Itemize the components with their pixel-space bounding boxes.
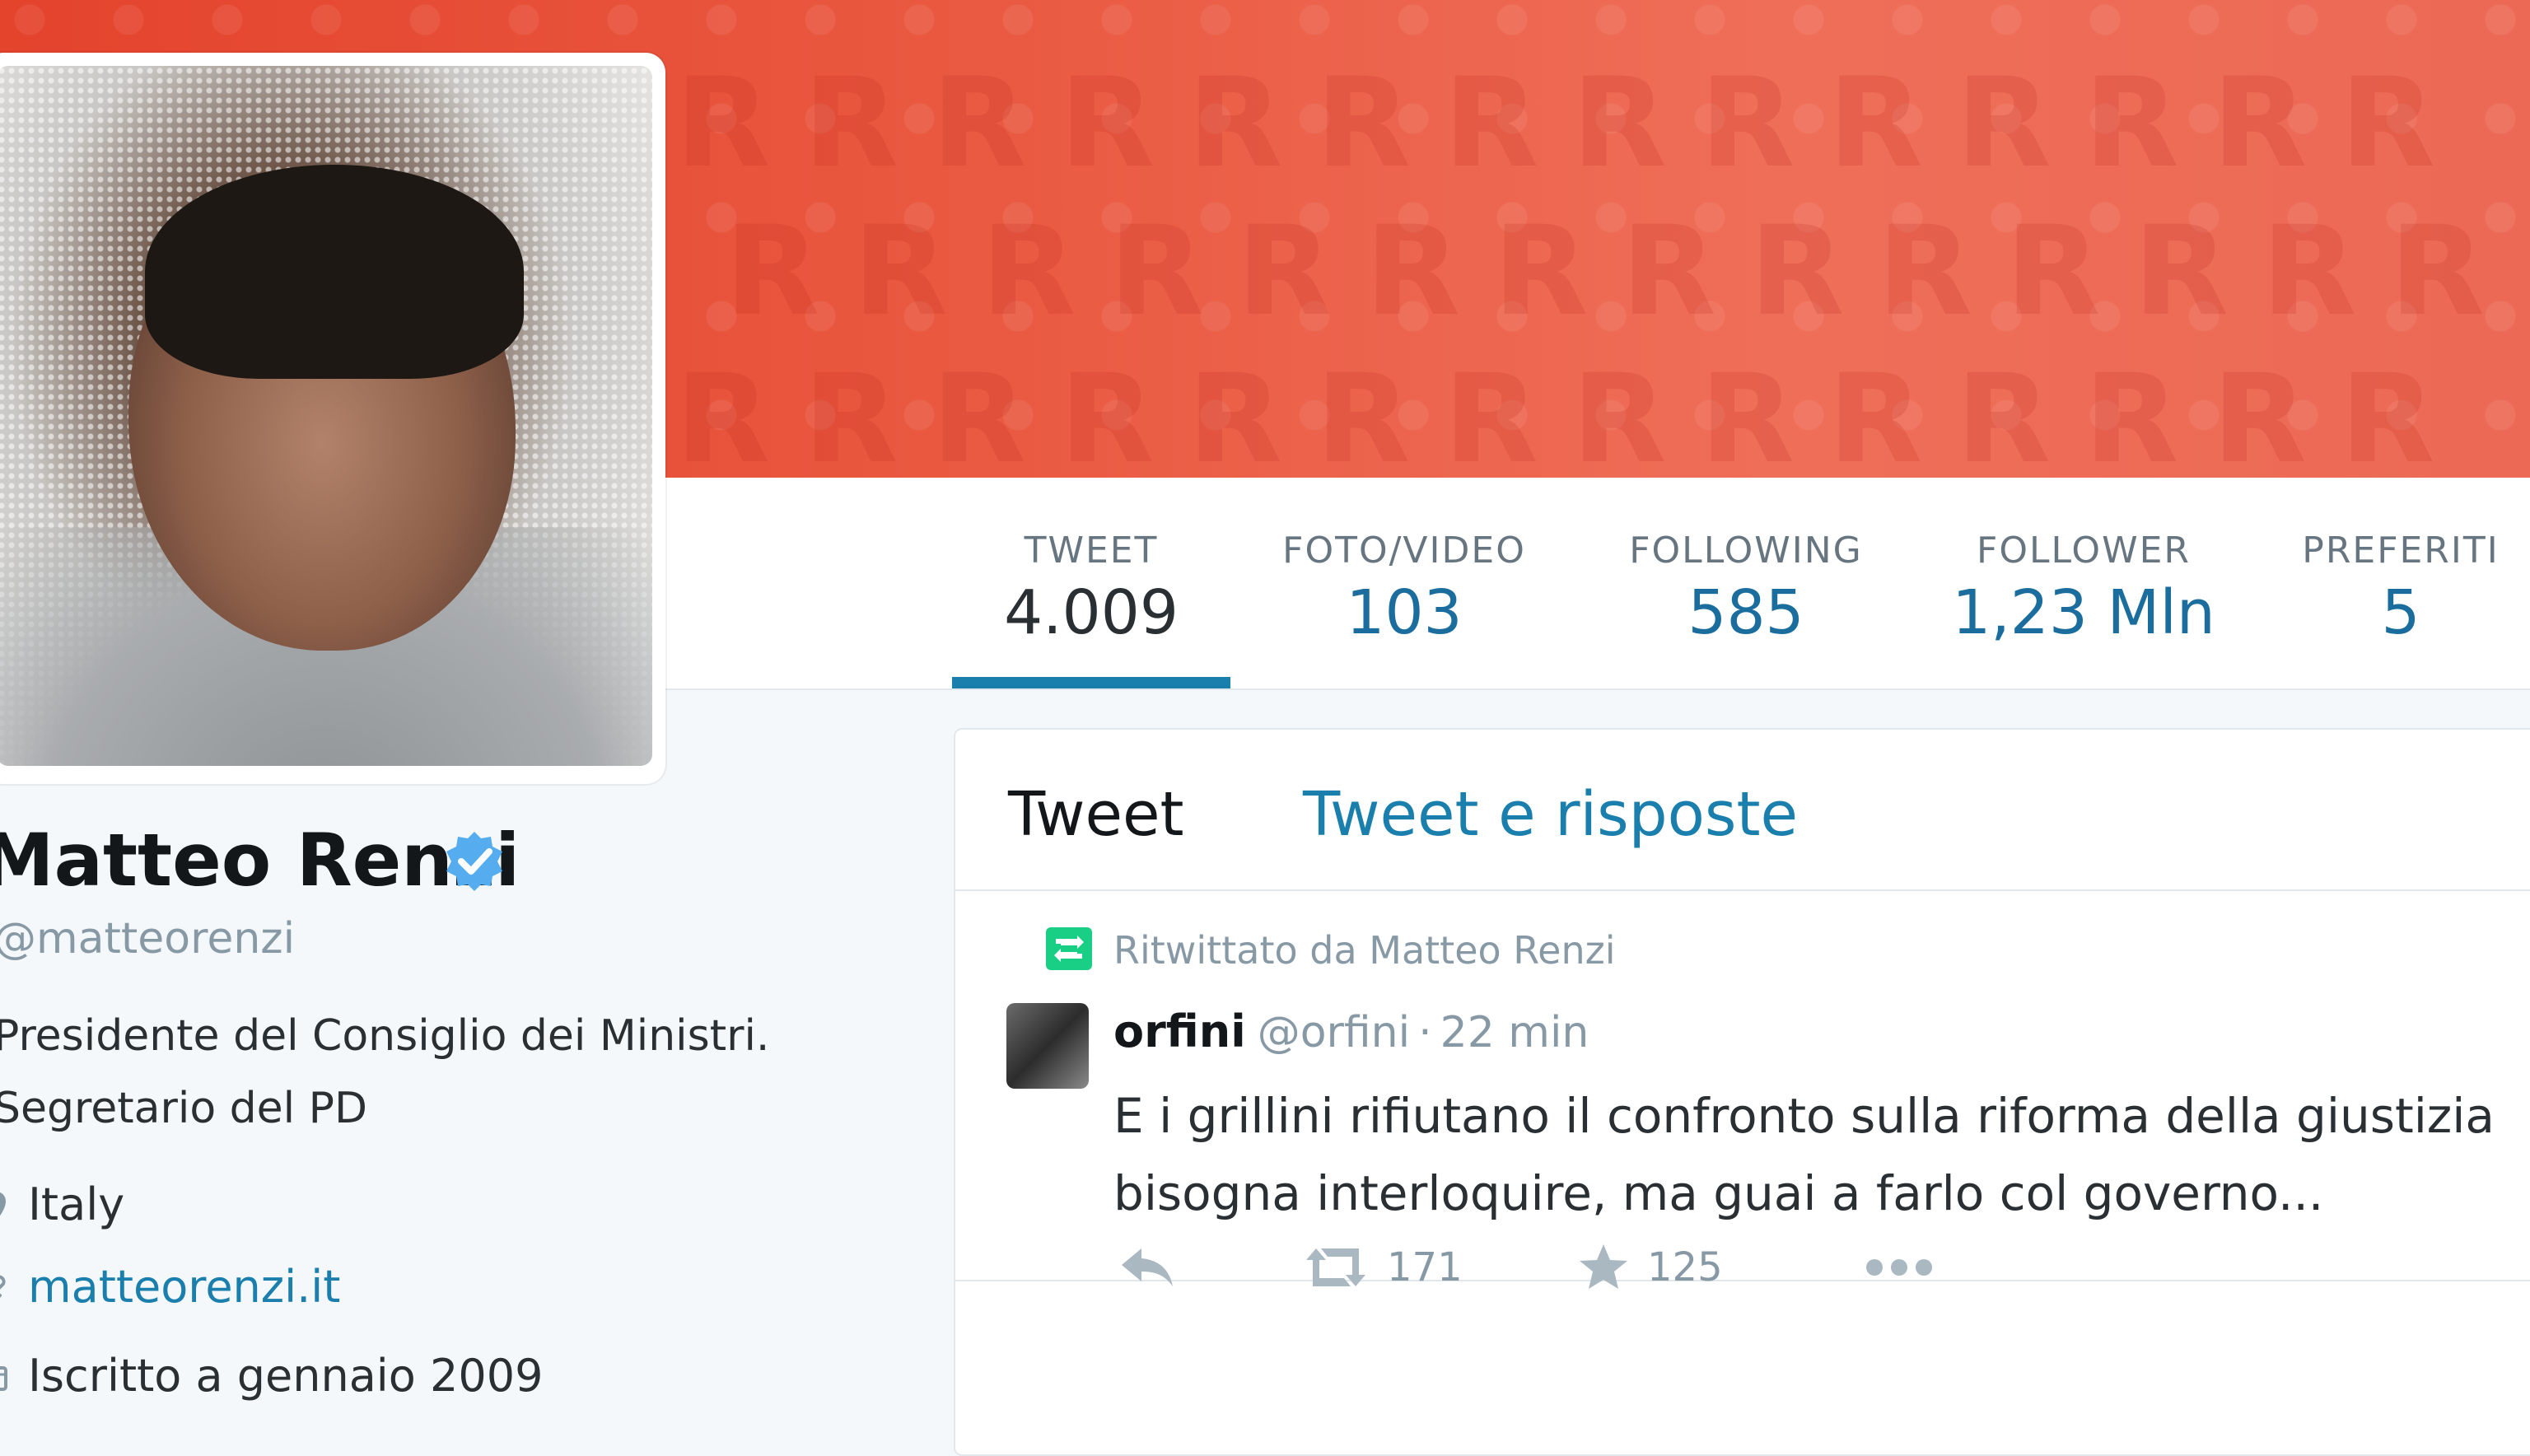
active-stat-indicator — [952, 677, 1230, 688]
tweet-author-avatar[interactable] — [1006, 1003, 1089, 1089]
retweet-context: Ritwittato da Matteo Renzi — [1044, 926, 1616, 973]
avatar-hair — [145, 165, 524, 379]
verified-badge-icon — [446, 832, 502, 891]
profile-bio: Presidente del Consiglio dei Ministri. S… — [0, 1000, 899, 1145]
tweet-author-name[interactable]: orfini — [1113, 1006, 1246, 1057]
reply-button[interactable] — [1118, 1239, 1176, 1296]
star-icon — [1580, 1244, 1627, 1289]
calendar-icon — [0, 1366, 7, 1391]
bio-line: Presidente del Consiglio dei Ministri. — [0, 1011, 770, 1061]
tweet-text-line: E i grillini rifiutano il confronto sull… — [1113, 1088, 2495, 1144]
profile-website[interactable]: matteorenzi.it — [0, 1258, 340, 1316]
timeline-tabs: Tweet Tweet e risposte — [955, 730, 2530, 891]
more-actions-button[interactable] — [1865, 1239, 1934, 1296]
tweet-header: orfini @orfini · 22 min — [1113, 1003, 1589, 1071]
favorite-button[interactable]: 125 — [1578, 1239, 1723, 1296]
stat-value: 1,23 Mln — [1952, 577, 2215, 648]
retweet-icon — [1306, 1248, 1365, 1286]
tab-tweets-and-replies[interactable]: Tweet e risposte — [1303, 777, 1798, 852]
stat-favorites[interactable]: PREFERITI 5 — [2290, 529, 2512, 652]
banner-pattern-row: RRRRRRRRRRRRRR — [725, 200, 2518, 343]
bio-line: Segretario del PD — [0, 1084, 368, 1133]
link-icon — [0, 1275, 6, 1298]
profile-joined: Iscritto a gennaio 2009 — [0, 1347, 543, 1405]
reply-icon — [1122, 1248, 1173, 1286]
retweet-context-text: Ritwittato da Matteo Renzi — [1113, 928, 1616, 973]
tweet-text: E i grillini rifiutano il confronto sull… — [1113, 1077, 2530, 1232]
stat-label: FOLLOWER — [1977, 530, 2191, 572]
stat-value: 585 — [1687, 577, 1804, 648]
stat-label: FOTO/VIDEO — [1282, 530, 1526, 572]
stat-value: 103 — [1346, 577, 1463, 648]
location-text: Italy — [28, 1178, 125, 1230]
stat-label: FOLLOWING — [1629, 530, 1863, 572]
stat-photos-videos[interactable]: FOTO/VIDEO 103 — [1268, 529, 1540, 652]
stat-label: PREFERITI — [2302, 530, 2500, 572]
stat-tweets[interactable]: TWEET 4.009 — [988, 529, 1194, 652]
tweet-author-username[interactable]: @orfini — [1258, 1008, 1410, 1057]
location-pin-icon — [0, 1192, 6, 1216]
more-dots-icon — [1866, 1259, 1932, 1276]
tweet-text-line: bisogna interloquire, ma guai a farlo co… — [1113, 1165, 2324, 1221]
tab-tweets[interactable]: Tweet — [1008, 777, 1184, 852]
joined-text: Iscritto a gennaio 2009 — [28, 1350, 544, 1402]
retweet-count: 171 — [1387, 1244, 1463, 1290]
retweet-button[interactable]: 171 — [1303, 1239, 1463, 1296]
stat-followers[interactable]: FOLLOWER 1,23 Mln — [1944, 529, 2224, 652]
stat-value: 4.009 — [1004, 577, 1179, 648]
tweet-item[interactable]: Ritwittato da Matteo Renzi orfini @orfini… — [955, 891, 2530, 1290]
profile-avatar[interactable] — [0, 66, 652, 766]
timeline-panel: Tweet Tweet e risposte Ritwittato da Mat… — [954, 728, 2530, 1456]
stat-label: TWEET — [1024, 530, 1159, 572]
website-link[interactable]: matteorenzi.it — [28, 1261, 340, 1313]
banner-pattern-row: RRRRRRRRRRRRRR — [675, 348, 2469, 461]
profile-handle[interactable]: @matteorenzi — [0, 912, 295, 965]
tweet-timestamp[interactable]: 22 min — [1440, 1008, 1589, 1057]
tweet-separator: · — [1418, 1008, 1432, 1057]
retweet-context-icon — [1046, 927, 1092, 970]
stat-following[interactable]: FOLLOWING 585 — [1614, 529, 1878, 652]
profile-location: Italy — [0, 1176, 124, 1234]
banner-pattern-row: RRRRRRRRRRRRRR — [675, 52, 2469, 195]
stat-value: 5 — [2381, 577, 2420, 648]
banner-pattern: RRRRRRRRRRRRRR RRRRRRRRRRRRRR RRRRRRRRRRRR… — [675, 49, 2528, 461]
favorite-count: 125 — [1647, 1244, 1723, 1290]
